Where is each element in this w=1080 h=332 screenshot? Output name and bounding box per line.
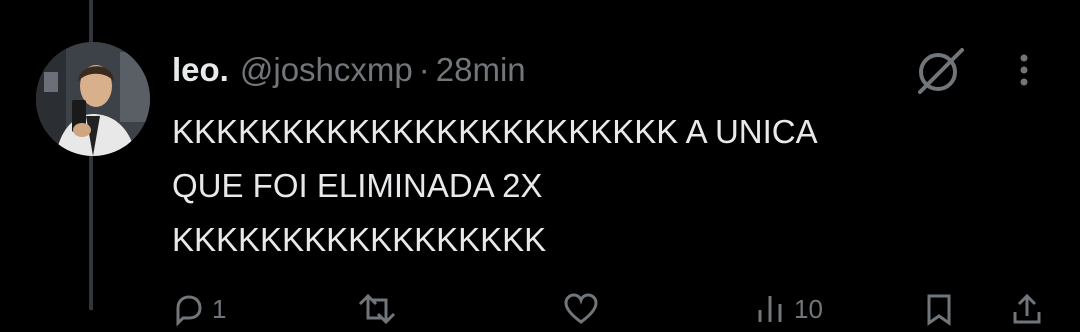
retweet-button[interactable]	[356, 292, 398, 326]
heart-icon	[564, 293, 598, 324]
separator-dot: ·	[418, 51, 430, 88]
reply-button[interactable]: 1	[172, 292, 226, 326]
views-icon	[758, 296, 782, 322]
avatar-photo	[36, 42, 150, 156]
avatar[interactable]	[36, 42, 150, 156]
bookmark-icon	[927, 294, 951, 326]
author-handle[interactable]: @joshcxmp	[240, 49, 413, 91]
more-icon[interactable]	[1004, 48, 1044, 92]
views-button[interactable]: 10	[754, 292, 823, 326]
grok-icon[interactable]	[912, 42, 968, 98]
share-button[interactable]	[1010, 292, 1044, 326]
author-name[interactable]: leo.	[172, 49, 229, 91]
share-icon	[1013, 293, 1041, 324]
bookmark-button[interactable]	[924, 292, 954, 326]
tweet-header: leo. @joshcxmp · 28min	[172, 49, 526, 91]
action-bar: 1 10	[160, 292, 1060, 332]
tweet-text: KKKKKKKKKKKKKKKKKKKKKKK A UNICA QUE FOI …	[172, 113, 818, 258]
reply-icon	[176, 295, 202, 326]
retweet-icon	[358, 293, 396, 325]
like-button[interactable]	[562, 292, 600, 326]
tweet-timestamp[interactable]: 28min	[436, 49, 526, 91]
